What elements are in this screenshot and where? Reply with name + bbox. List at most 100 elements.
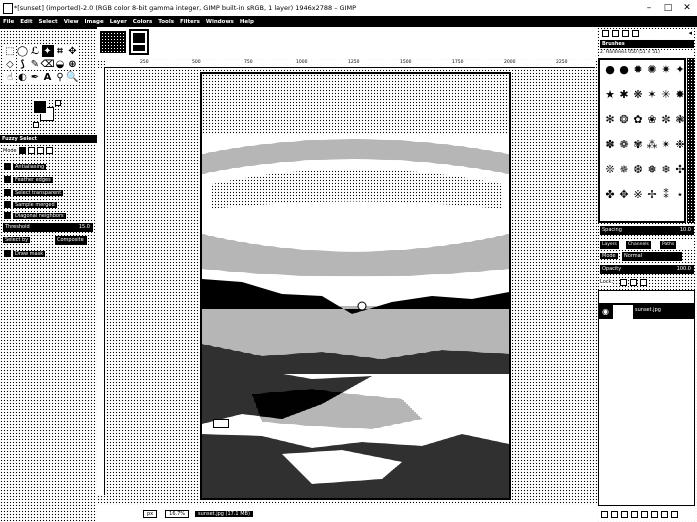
free-select-tool[interactable]: ℒ [29,45,41,57]
navigation-marker[interactable] [213,419,229,428]
brush-preset[interactable]: ❂ [617,112,631,126]
color-picker-tool[interactable]: ⚲ [54,71,66,83]
brush-preset[interactable]: ❉ [673,137,687,151]
menu-tools[interactable]: Tools [158,19,174,25]
checkbox[interactable] [4,212,11,219]
brush-preset[interactable]: ❃ [673,112,687,126]
crop-tool[interactable]: ⌗ [54,45,66,57]
menu-select[interactable]: Select [38,19,57,25]
brush-preset[interactable]: ⁑ [659,187,673,201]
bucket-fill-tool[interactable]: ◒ [54,58,66,70]
delete-layer-icon[interactable] [671,510,678,518]
checkbox[interactable] [4,250,11,257]
brush-preset[interactable]: ✵ [617,162,631,176]
anchor-layer-icon[interactable] [651,510,658,518]
brush-preset[interactable]: ❊ [603,162,617,176]
brush-preset[interactable]: ⋆ [673,187,687,201]
fuzzy-select-tool[interactable]: ✦ [41,45,54,57]
brush-spacing-slider[interactable]: Spacing 10.0 [600,226,694,235]
brush-preset[interactable]: ❁ [617,137,631,151]
eye-icon[interactable]: ◉ [602,307,609,316]
foreground-color-swatch[interactable] [33,100,47,114]
brush-preset[interactable]: ✣ [673,162,687,176]
brush-preset[interactable]: ✸ [673,87,687,101]
brush-preset[interactable]: ✦ [673,62,687,76]
menu-layer[interactable]: Layer [110,19,127,25]
brush-preset[interactable]: ✷ [659,62,673,76]
dodge-burn-tool[interactable]: ◐ [16,71,29,83]
new-layer-icon[interactable] [601,510,608,518]
mode-add-icon[interactable] [27,147,35,154]
image-tab-thumbnail-2[interactable] [129,29,149,55]
menu-colors[interactable]: Colors [133,19,152,25]
zoom-dropdown[interactable]: 16.7% [165,509,190,518]
dock-menu-icon[interactable]: ◂ [688,29,692,37]
mode-intersect-icon[interactable] [45,147,53,154]
brushes-scrollbar[interactable] [687,58,695,223]
menu-filters[interactable]: Filters [180,19,200,25]
mode-replace-icon[interactable] [18,147,26,154]
raise-layer-icon[interactable] [621,510,628,518]
brush-preset[interactable]: ✾ [631,137,645,151]
history-tab-icon[interactable] [632,30,639,37]
minimize-button[interactable]: – [643,2,655,13]
brush-preset[interactable]: ❆ [631,162,645,176]
smudge-tool[interactable]: ☝ [4,71,16,83]
layer-row[interactable]: ◉ sunset.jpg [599,303,694,319]
image-tab-thumbnail-1[interactable] [100,31,126,53]
menu-image[interactable]: Image [85,19,104,25]
tab-layers[interactable]: Layers [600,241,619,249]
text-tool[interactable]: A [41,71,54,83]
brush-preset[interactable]: ⁂ [645,137,659,151]
option-antialiasing[interactable]: Antialiasing [4,163,47,172]
brush-preset[interactable]: ❅ [645,162,659,176]
brush-preset[interactable]: ✺ [645,62,659,76]
close-button[interactable]: ✕ [681,2,693,13]
ellipse-select-tool[interactable]: ◯ [16,45,29,57]
option-feather-edges[interactable]: Feather edges [4,176,53,185]
option-select-transparent[interactable]: Select transparent [4,189,64,198]
move-tool[interactable]: ✥ [66,45,79,57]
brush-preset[interactable]: ❀ [645,112,659,126]
tab-paths[interactable]: Paths [660,241,677,249]
rect-select-tool[interactable]: ⬚ [4,45,16,57]
menu-file[interactable]: File [3,19,14,25]
tab-channels[interactable]: Channels [626,241,651,249]
duplicate-layer-icon[interactable] [641,510,648,518]
clone-tool[interactable]: ⊕ [66,58,79,70]
unit-dropdown[interactable]: px [143,509,158,518]
brush-preset[interactable]: ✿ [631,112,645,126]
new-group-icon[interactable] [611,510,618,518]
brush-preset[interactable]: ❄ [659,162,673,176]
brush-preset[interactable]: ✤ [603,187,617,201]
canvas-image[interactable] [200,72,511,500]
brush-preset[interactable]: ✶ [645,87,659,101]
mask-layer-icon[interactable] [661,510,668,518]
warp-tool[interactable]: ⟆ [16,58,29,70]
select-by-dropdown[interactable]: Composite [55,236,87,245]
paths-tool[interactable]: ✒ [29,71,41,83]
lower-layer-icon[interactable] [631,510,638,518]
layer-opacity-slider[interactable]: Opacity 100.0 [600,265,694,274]
menu-view[interactable]: View [64,19,79,25]
mode-subtract-icon[interactable] [36,147,44,154]
eraser-tool[interactable]: ⌫ [40,58,55,70]
brush-preset[interactable]: ※ [631,187,645,201]
brush-preset[interactable]: ✢ [645,187,659,201]
brush-preset[interactable]: ● [617,62,631,76]
brush-preset[interactable]: ✥ [617,187,631,201]
option-diagonal-neighbors[interactable]: Diagonal neighbors [4,212,66,221]
brush-preset[interactable]: ● [603,62,617,76]
lock-position-icon[interactable] [630,279,637,286]
lock-pixels-icon[interactable] [620,279,627,286]
checkbox[interactable] [4,189,11,196]
lock-alpha-icon[interactable] [640,279,647,286]
zoom-tool[interactable]: 🔍 [66,71,79,83]
brush-preset[interactable]: ✱ [617,87,631,101]
brushes-tab-icon[interactable] [602,30,609,37]
layer-name[interactable]: sunset.jpg [635,307,661,313]
option-sample-merged[interactable]: Sample merged [4,201,57,210]
menu-windows[interactable]: Windows [206,19,234,25]
option-draw-mask[interactable]: Draw mask [4,250,46,259]
threshold-slider[interactable]: Threshold 15.0 [3,223,93,232]
